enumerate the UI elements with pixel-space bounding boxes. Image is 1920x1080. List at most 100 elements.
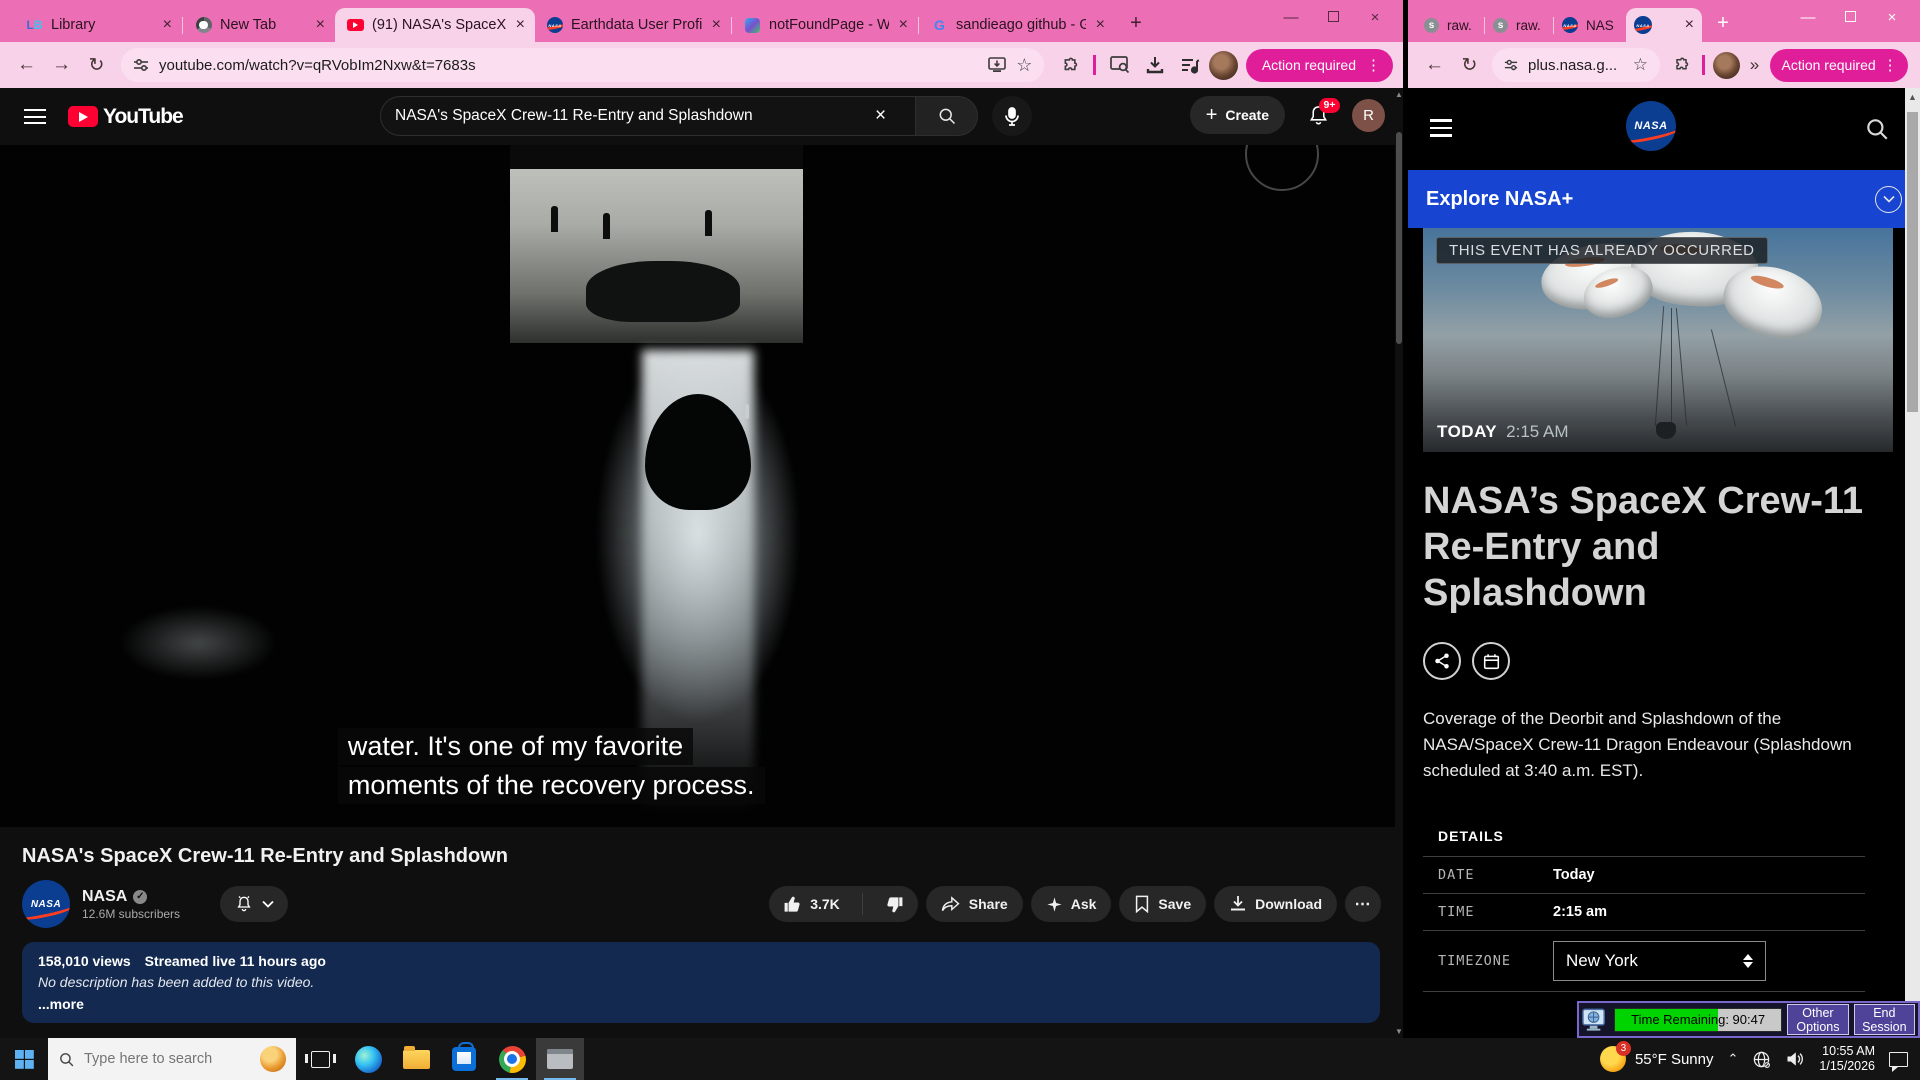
back-button[interactable]: ← (1418, 49, 1451, 82)
dislike-button[interactable] (871, 886, 918, 922)
address-bar[interactable]: plus.nasa.g... ☆ (1492, 48, 1660, 82)
tab-youtube-active[interactable]: (91) NASA's SpaceX Cre × (335, 8, 535, 42)
youtube-profile-avatar[interactable]: R (1352, 99, 1385, 132)
youtube-search-button[interactable] (915, 96, 978, 136)
browser-menu-icon[interactable]: ⋮ (1366, 56, 1381, 74)
create-button[interactable]: + Create (1190, 96, 1285, 134)
start-button[interactable] (0, 1038, 48, 1080)
voice-search-icon[interactable] (992, 96, 1032, 136)
close-tab-icon[interactable]: × (1683, 16, 1696, 34)
taskbar-file-explorer-button[interactable] (392, 1038, 440, 1080)
network-globe-icon[interactable] (1752, 1050, 1771, 1069)
action-center-icon[interactable] (1889, 1052, 1908, 1067)
left-page-scrollbar[interactable]: ▲ ▼ (1395, 88, 1403, 1038)
collapse-chevron-icon[interactable] (1875, 186, 1902, 213)
close-tab-icon[interactable]: × (314, 16, 327, 34)
minimize-button[interactable]: — (1800, 9, 1816, 26)
tab-google-search[interactable]: G sandieago github - Go × (919, 8, 1115, 42)
reload-button[interactable]: ↻ (1453, 49, 1486, 82)
close-tab-icon[interactable]: × (161, 16, 174, 34)
close-tab-icon[interactable]: × (897, 16, 910, 34)
action-required-button[interactable]: Action required ⋮ (1246, 49, 1393, 82)
media-controls-icon[interactable] (1174, 49, 1207, 82)
more-actions-button[interactable]: ⋯ (1345, 886, 1381, 922)
youtube-search-input[interactable] (380, 96, 915, 136)
address-bar[interactable]: youtube.com/watch?v=qRVobIm2Nxw&t=7683s … (121, 48, 1044, 82)
downloads-icon[interactable] (1139, 49, 1172, 82)
scroll-up-icon[interactable]: ▲ (1395, 90, 1403, 99)
scrollbar-thumb[interactable] (1396, 132, 1402, 344)
tab-nasa-plus-active[interactable]: NASA × (1626, 8, 1702, 42)
taskbar-search-box[interactable] (48, 1038, 296, 1080)
forward-button[interactable]: → (45, 49, 78, 82)
browser-profile-avatar[interactable] (1713, 52, 1740, 79)
tab-earthdata[interactable]: NASA Earthdata User Profile × (535, 8, 731, 42)
notifications-bell-icon[interactable]: 9+ (1307, 104, 1330, 127)
taskbar-search-input[interactable] (84, 1051, 244, 1067)
right-page-scrollbar[interactable]: ▲ (1905, 88, 1920, 1038)
maximize-button[interactable] (1325, 9, 1341, 26)
extensions-icon[interactable] (1666, 49, 1694, 82)
tab-raw-1[interactable]: s raw. (1416, 8, 1484, 42)
close-tab-icon[interactable]: × (710, 16, 723, 34)
taskbar-weather-button[interactable]: 3 55°F Sunny (1600, 1046, 1714, 1072)
tab-raw-2[interactable]: s raw. (1485, 8, 1553, 42)
back-button[interactable]: ← (10, 49, 43, 82)
action-required-button[interactable]: Action required ⋮ (1770, 49, 1908, 82)
scrollbar-thumb[interactable] (1907, 112, 1918, 412)
ask-button[interactable]: Ask (1031, 886, 1112, 922)
maximize-button[interactable] (1842, 9, 1858, 26)
browser-menu-icon[interactable]: ⋮ (1883, 56, 1898, 74)
save-button[interactable]: Save (1119, 886, 1206, 922)
scroll-up-icon[interactable]: ▲ (1905, 88, 1920, 102)
video-player[interactable]: water. It's one of my favorite moments o… (0, 145, 1396, 827)
new-tab-button[interactable]: + (1121, 8, 1151, 38)
close-tab-icon[interactable]: × (514, 16, 527, 34)
tab-new-tab[interactable]: New Tab × (183, 8, 335, 42)
close-tab-icon[interactable]: × (1094, 16, 1107, 34)
browser-profile-avatar[interactable] (1209, 51, 1238, 80)
bookmark-star-icon[interactable]: ☆ (1016, 55, 1032, 76)
taskbar-chrome-button[interactable] (488, 1038, 536, 1080)
subscribed-bell-button[interactable] (220, 886, 288, 922)
youtube-menu-icon[interactable] (24, 109, 46, 124)
url-text[interactable]: plus.nasa.g... (1528, 57, 1623, 74)
add-to-calendar-button[interactable] (1472, 642, 1510, 680)
overflow-chevrons-icon[interactable]: » (1742, 49, 1768, 82)
timezone-select[interactable]: New York (1553, 941, 1766, 981)
nasa-search-icon[interactable] (1864, 116, 1890, 142)
taskbar-remote-window-button[interactable] (536, 1038, 584, 1080)
url-text[interactable]: youtube.com/watch?v=qRVobIm2Nxw&t=7683s (159, 57, 978, 74)
show-more-link[interactable]: ...more (38, 996, 1364, 1012)
tab-nasa-inactive[interactable]: NASA NAS (1554, 8, 1626, 42)
volume-icon[interactable] (1785, 1050, 1805, 1068)
share-event-button[interactable] (1423, 642, 1461, 680)
download-button[interactable]: Download (1214, 886, 1337, 922)
end-session-button[interactable]: End Session (1854, 1004, 1915, 1035)
taskbar-clock[interactable]: 10:55 AM 1/15/2026 (1819, 1044, 1875, 1074)
share-button[interactable]: Share (926, 886, 1023, 922)
taskbar-edge-button[interactable] (344, 1038, 392, 1080)
site-controls-icon[interactable] (1504, 58, 1518, 72)
close-window-button[interactable]: × (1884, 9, 1900, 26)
like-button[interactable]: 3.7K (769, 886, 854, 922)
site-controls-icon[interactable] (133, 57, 149, 73)
clear-search-icon[interactable]: × (875, 105, 886, 127)
tray-expand-icon[interactable]: ⌃ (1727, 1051, 1738, 1067)
minimize-button[interactable]: — (1283, 9, 1299, 26)
tab-search-icon[interactable] (1104, 49, 1137, 82)
youtube-logo[interactable]: YouTube (68, 105, 183, 129)
install-app-icon[interactable] (988, 57, 1006, 73)
close-window-button[interactable]: × (1367, 9, 1383, 26)
search-highlight-icon[interactable] (260, 1046, 286, 1072)
channel-avatar[interactable]: NASA (22, 880, 70, 928)
new-tab-button[interactable]: + (1708, 8, 1738, 38)
tab-library[interactable]: LB Library × (14, 8, 182, 42)
other-options-button[interactable]: Other Options (1787, 1004, 1848, 1035)
nasa-menu-icon[interactable] (1430, 119, 1452, 137)
reload-button[interactable]: ↻ (80, 49, 113, 82)
nasa-logo[interactable]: NASA (1626, 101, 1676, 151)
tab-webex[interactable]: notFoundPage - WebEx × (732, 8, 918, 42)
task-view-button[interactable] (296, 1038, 344, 1080)
taskbar-store-button[interactable] (440, 1038, 488, 1080)
